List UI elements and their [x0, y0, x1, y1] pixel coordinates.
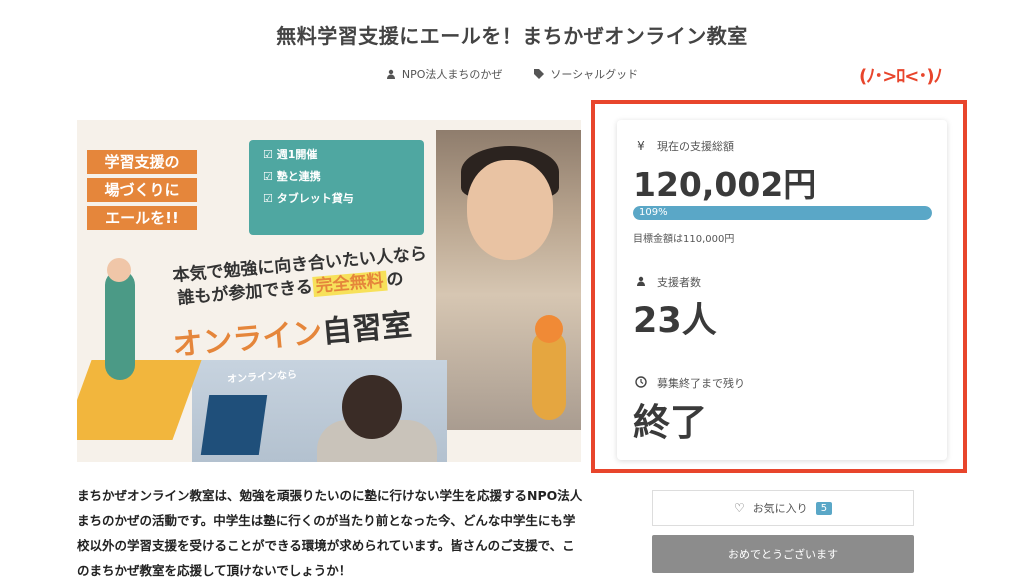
- tag-icon: [534, 69, 545, 79]
- feature-1: ☑ 週1開催: [263, 148, 318, 161]
- feature-2: ☑ 塾と連携: [263, 170, 321, 183]
- project-description: まちかぜオンライン教室は、勉強を頑張りたいのに塾に行けない学生を応援するNPO法…: [77, 488, 583, 578]
- hero-catch-2a: 誰もが参加できる: [176, 277, 314, 309]
- hero-tag-2: 場づくりに: [87, 178, 197, 202]
- hero-tag-1: 学習支援の: [87, 150, 197, 174]
- remaining-label: 募集終了まで残り: [635, 375, 745, 391]
- progress-bar: 109%: [633, 206, 932, 220]
- total-label-text: 現在の支援総額: [657, 140, 734, 153]
- favorite-count: 5: [815, 501, 833, 515]
- girl-head: [342, 375, 402, 439]
- organizer-name[interactable]: NPO法人まちのかぜ: [402, 66, 503, 82]
- category-link[interactable]: ソーシャルグッド: [534, 66, 638, 82]
- feature-3: ☑ タブレット貸与: [263, 192, 354, 205]
- supporters-label: 支援者数: [635, 274, 701, 290]
- hero-headline-b: 自習室: [320, 307, 414, 351]
- clock-icon: [635, 375, 647, 391]
- funding-card: ¥ 現在の支援総額 120,002円 109% 目標金額は110,000円 支援…: [617, 120, 947, 460]
- hero-tag-3: エールを!!: [87, 206, 197, 230]
- person-icon: [635, 275, 647, 289]
- hero-headline-a: オンライン: [171, 315, 324, 364]
- category-name[interactable]: ソーシャルグッド: [550, 66, 638, 82]
- illustrated-girl-head: [535, 315, 563, 343]
- tablet-graphic: [200, 395, 268, 455]
- goal-amount: 目標金額は110,000円: [633, 234, 735, 245]
- boy-face: [467, 160, 553, 260]
- heart-icon: ♡: [733, 501, 745, 515]
- annotation-emoticon: (ﾉ･>ﾛ<･)ﾉ: [859, 66, 943, 87]
- remaining-value: 終了: [633, 401, 707, 444]
- favorite-button[interactable]: ♡ お気に入り 5: [652, 490, 914, 526]
- remaining-label-text: 募集終了まで残り: [657, 377, 745, 390]
- progress-fill: [633, 206, 932, 220]
- project-hero-image: 学習支援の 場づくりに エールを!! ☑ 週1開催 ☑ 塾と連携 ☑ タブレット…: [77, 120, 581, 462]
- total-label: ¥ 現在の支援総額: [635, 138, 734, 154]
- illustrated-person: [105, 270, 135, 380]
- yen-icon: ¥: [637, 139, 645, 153]
- hero-catch-2c: の: [385, 269, 405, 291]
- congrats-button[interactable]: おめでとうございます: [652, 535, 914, 573]
- person-icon: [386, 69, 395, 79]
- illustrated-girl: [532, 330, 566, 420]
- illustrated-person-head: [107, 258, 131, 282]
- supporters-label-text: 支援者数: [657, 276, 701, 289]
- hero-headline: オンライン自習室: [171, 300, 414, 365]
- organizer-link[interactable]: NPO法人まちのかぜ: [386, 66, 503, 82]
- page-title: 無料学習支援にエールを！まちかぜオンライン教室: [276, 24, 748, 48]
- yellow-block: [77, 360, 202, 440]
- supporters-count: 23人: [633, 301, 717, 341]
- progress-percent: 109%: [639, 207, 668, 218]
- hero-free-label: 完全無料: [311, 270, 388, 298]
- total-amount: 120,002円: [633, 165, 817, 204]
- features-box: ☑ 週1開催 ☑ 塾と連携 ☑ タブレット貸与: [249, 140, 424, 235]
- favorite-label: お気に入り: [752, 502, 808, 515]
